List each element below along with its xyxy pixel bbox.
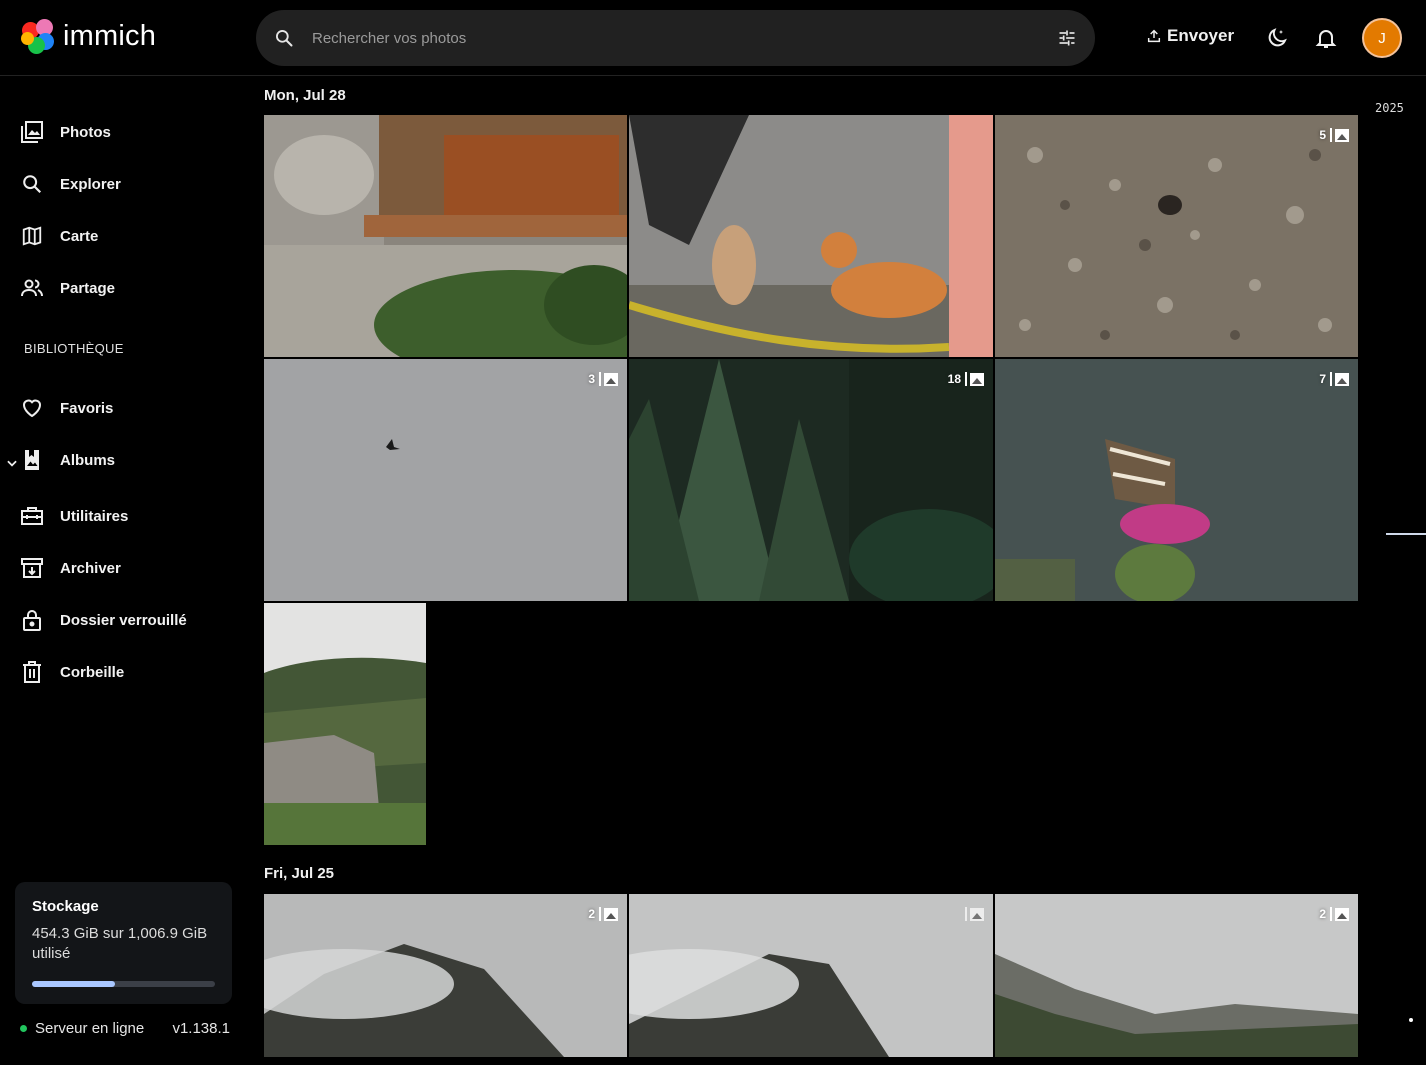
heart-icon <box>20 396 44 420</box>
photo-thumbnail[interactable]: 18 <box>629 359 993 601</box>
storage-usage: 454.3 GiB sur 1,006.9 GiB utilisé <box>32 925 208 962</box>
sidebar-item-utilitaires[interactable]: Utilitaires <box>20 504 128 528</box>
immich-logo-icon <box>20 18 56 54</box>
stack-icon <box>599 372 618 386</box>
sidebar-item-label: Utilitaires <box>60 507 129 525</box>
tune-filter-icon[interactable] <box>1057 28 1077 48</box>
sidebar-item-label: Archiver <box>60 559 121 577</box>
photo-thumbnail[interactable]: 7 <box>995 359 1358 601</box>
sidebar-item-dossier-verrouille[interactable]: Dossier verrouillé <box>20 608 187 632</box>
stack-badge: 7 <box>1319 372 1349 386</box>
search-input[interactable] <box>312 24 1032 52</box>
photo-cloudy-mountain-image <box>629 894 993 1057</box>
lock-icon <box>20 608 44 632</box>
photo-thumbnail[interactable]: 2 <box>995 894 1358 1057</box>
sidebar-item-photos[interactable]: Photos <box>20 120 111 144</box>
timeline-scrubber-indicator[interactable] <box>1386 533 1426 535</box>
photo-forest-image <box>629 359 993 601</box>
map-icon <box>20 224 44 248</box>
stack-icon <box>965 372 984 386</box>
people-icon <box>20 276 44 300</box>
date-group-header[interactable]: Fri, Jul 25 <box>264 865 334 882</box>
photo-thumbnail[interactable]: 5 <box>995 115 1358 357</box>
stack-icon <box>599 907 618 921</box>
storage-progress-bar <box>32 981 215 987</box>
server-status-label: Serveur en ligne <box>35 1020 145 1037</box>
app-logo[interactable]: immich <box>20 18 156 54</box>
photo-cloudy-mountain-image <box>264 894 627 1057</box>
upload-label: Envoyer <box>1167 26 1235 45</box>
sidebar-item-partage[interactable]: Partage <box>20 276 115 300</box>
sidebar-item-label: Carte <box>60 227 99 245</box>
server-version[interactable]: v1.138.1 <box>172 1020 230 1037</box>
upload-button[interactable]: Envoyer <box>1146 26 1234 46</box>
online-status-dot <box>20 1025 27 1032</box>
stack-badge: 18 <box>948 372 984 386</box>
sidebar-item-label: Albums <box>60 451 116 469</box>
photo-mountain-valley-image <box>995 894 1358 1057</box>
album-icon <box>20 448 44 472</box>
date-group-header[interactable]: Mon, Jul 28 <box>264 87 346 104</box>
sidebar-item-label: Photos <box>60 123 111 141</box>
photo-thumbnail[interactable] <box>629 115 993 357</box>
sidebar: Photos Explorer Carte Partage BIBLIOTHÈQ… <box>0 76 250 1065</box>
photo-thumbnail[interactable] <box>264 603 426 845</box>
sidebar-item-explorer[interactable]: Explorer <box>20 172 121 196</box>
photos-icon <box>20 120 44 144</box>
stack-badge: 3 <box>588 372 618 386</box>
user-avatar[interactable]: J <box>1362 18 1402 58</box>
sidebar-item-archiver[interactable]: Archiver <box>20 556 121 580</box>
top-bar: immich Envoyer J <box>0 0 1426 76</box>
photo-thumbnail[interactable]: 3 <box>264 359 627 601</box>
app-name: immich <box>63 19 157 52</box>
photo-thumbnail[interactable]: 2 <box>264 894 627 1057</box>
storage-card[interactable]: Stockage 454.3 GiB sur 1,006.9 GiB utili… <box>15 882 232 1004</box>
stack-badge <box>961 907 984 921</box>
stack-badge: 5 <box>1319 128 1349 142</box>
library-section-label: BIBLIOTHÈQUE <box>24 341 124 356</box>
sidebar-item-label: Dossier verrouillé <box>60 611 187 629</box>
photo-thumbnail[interactable] <box>264 115 627 357</box>
sidebar-item-label: Favoris <box>60 399 114 417</box>
sidebar-item-albums[interactable]: Albums <box>20 448 115 472</box>
archive-icon <box>20 556 44 580</box>
stack-icon <box>1330 907 1349 921</box>
photo-kittens-image <box>629 115 993 357</box>
toolbox-icon <box>20 504 44 528</box>
sidebar-item-label: Explorer <box>60 175 121 193</box>
notification-bell-icon[interactable] <box>1314 26 1338 50</box>
photo-thumbnail[interactable] <box>629 894 993 1057</box>
stack-badge: 2 <box>588 907 618 921</box>
timeline-scrubber-dot[interactable] <box>1409 1018 1413 1022</box>
photo-balcony-image <box>264 115 627 357</box>
storage-title: Stockage <box>32 898 99 915</box>
stack-icon <box>965 907 984 921</box>
search-bar[interactable] <box>256 10 1095 66</box>
stack-icon <box>1330 372 1349 386</box>
chevron-down-icon[interactable] <box>5 456 19 470</box>
stack-badge: 2 <box>1319 907 1349 921</box>
upload-icon <box>1147 29 1161 43</box>
dark-mode-moon-icon[interactable] <box>1265 26 1289 50</box>
trash-icon <box>20 660 44 684</box>
search-icon <box>20 172 44 196</box>
sidebar-item-label: Corbeille <box>60 663 125 681</box>
photo-bird-sky-image <box>264 359 627 601</box>
sidebar-item-favoris[interactable]: Favoris <box>20 396 113 420</box>
photo-ruins-mountain-image <box>264 603 426 845</box>
sidebar-item-carte[interactable]: Carte <box>20 224 98 248</box>
sidebar-item-label: Partage <box>60 279 116 297</box>
photo-butterfly-thistle-image <box>995 359 1358 601</box>
server-status: Serveur en ligne v1.138.1 <box>20 1020 230 1037</box>
timeline-scrubber-year[interactable]: 2025 <box>1375 101 1404 115</box>
storage-progress-fill <box>32 981 115 987</box>
search-icon[interactable] <box>274 28 294 48</box>
stack-icon <box>1330 128 1349 142</box>
photo-snail-gravel-image <box>995 115 1358 357</box>
sidebar-item-corbeille[interactable]: Corbeille <box>20 660 124 684</box>
